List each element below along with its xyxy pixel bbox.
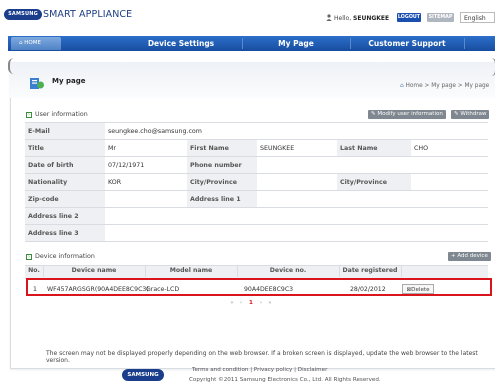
user-icon — [326, 14, 332, 21]
add-device-label: Add device — [457, 253, 488, 259]
last-name-value: CHO — [411, 139, 489, 157]
user-info-title: User information — [35, 111, 88, 118]
language-value: English — [464, 15, 486, 22]
table-row: E-Mail seungkee.cho@samsung.com — [25, 122, 489, 140]
footer-links[interactable]: Terms and condition | Privacy policy | D… — [192, 367, 327, 373]
table-row: Nationality KOR City/Province City/Provi… — [25, 173, 489, 191]
field-label: Date of birth — [25, 156, 105, 174]
selected-row-highlight — [26, 278, 492, 296]
sitemap-button[interactable]: SITEMAP — [427, 13, 454, 22]
withdraw-button[interactable]: ✎ Withdraw — [451, 110, 490, 119]
email-value: seungkee.cho@samsung.com — [105, 122, 489, 140]
greeting: Hello, SEUNGKEE — [334, 15, 389, 22]
first-name-value: SEUNGKEE — [257, 139, 337, 157]
copyright: Copyright ©2011 Samsung Electronics Co.,… — [189, 377, 381, 383]
nav-my-page[interactable]: My Page — [243, 36, 349, 51]
field-label: Address line 2 — [25, 207, 105, 225]
section-marker-icon: › — [26, 254, 32, 260]
field-label: City/Province — [187, 173, 257, 191]
pager-next[interactable]: › — [257, 299, 265, 307]
field-label: Nationality — [25, 173, 105, 191]
language-select[interactable]: English — [460, 12, 495, 23]
address3-value — [105, 224, 489, 242]
page-curl-left — [8, 58, 16, 74]
column-header: Device no. — [269, 267, 307, 274]
table-row: Zip-code Address line 1 — [25, 190, 489, 208]
modify-user-info-button[interactable]: ✎ Modify user information — [368, 110, 446, 119]
title-value: Mr — [105, 139, 187, 157]
zip-value — [105, 190, 187, 208]
modify-label: Modify user information — [377, 111, 443, 117]
page-title: My page — [52, 77, 86, 85]
nav-customer-support[interactable]: Customer Support — [351, 36, 463, 51]
user-name: SEUNGKEE — [353, 15, 390, 22]
field-label: E-Mail — [25, 122, 105, 140]
withdraw-label: Withdraw — [460, 111, 487, 117]
field-label: First Name — [187, 139, 257, 157]
column-header: No. — [28, 267, 40, 274]
pager-first[interactable]: « — [228, 299, 236, 307]
app-title: SMART APPLIANCE — [43, 9, 133, 20]
pager-current[interactable]: 1 — [247, 299, 255, 307]
nav-home-label: HOME — [24, 40, 41, 46]
field-label: Phone number — [187, 156, 257, 174]
address1-value — [257, 190, 489, 208]
field-label: City/Province — [337, 173, 411, 191]
table-row: Date of birth 07/12/1971 Phone number — [25, 156, 489, 174]
pager-prev[interactable]: ‹ — [237, 299, 245, 307]
section-marker-icon: › — [26, 112, 32, 118]
field-label: Address line 1 — [187, 190, 257, 208]
column-header: Device name — [71, 267, 117, 274]
column-divider — [401, 265, 402, 277]
phone-value — [257, 156, 489, 174]
device-info-title: Device information — [35, 253, 95, 260]
user-info-table: E-Mail seungkee.cho@samsung.com Title Mr… — [25, 122, 489, 242]
hello-label: Hello, — [334, 15, 352, 22]
logout-button[interactable]: LOGOUT — [397, 13, 421, 22]
my-page-icon — [30, 78, 44, 89]
nav-device-settings[interactable]: Device Settings — [121, 36, 241, 51]
pager-last[interactable]: » — [266, 299, 274, 307]
city-value — [257, 173, 337, 191]
birth-date-value: 07/12/1971 — [105, 156, 187, 174]
add-device-button[interactable]: + Add device — [448, 252, 491, 261]
table-row: Address line 2 — [25, 207, 489, 225]
field-label: Address line 3 — [25, 224, 105, 242]
nav-divider — [464, 38, 465, 49]
browser-notice: The screen may not be displayed properly… — [46, 350, 478, 364]
footer-samsung-logo: SAMSUNG — [122, 369, 164, 381]
page-curl-right — [489, 58, 495, 76]
nav-home[interactable]: ⌂ HOME — [11, 37, 61, 50]
table-row: Address line 3 — [25, 224, 489, 242]
province-value — [411, 173, 489, 191]
column-header: Model name — [169, 267, 213, 274]
address2-value — [105, 207, 489, 225]
table-row: Title Mr First Name SEUNGKEE Last Name C… — [25, 139, 489, 157]
nationality-value: KOR — [105, 173, 187, 191]
column-header: Date registered — [342, 267, 398, 274]
breadcrumb: ⌂ Home > My page > My page — [400, 83, 489, 89]
breadcrumb-text[interactable]: Home > My page > My page — [406, 83, 490, 89]
samsung-logo[interactable]: SAMSUNG — [4, 9, 42, 20]
field-label: Zip-code — [25, 190, 105, 208]
field-label: Title — [25, 139, 105, 157]
field-label: Last Name — [337, 139, 411, 157]
